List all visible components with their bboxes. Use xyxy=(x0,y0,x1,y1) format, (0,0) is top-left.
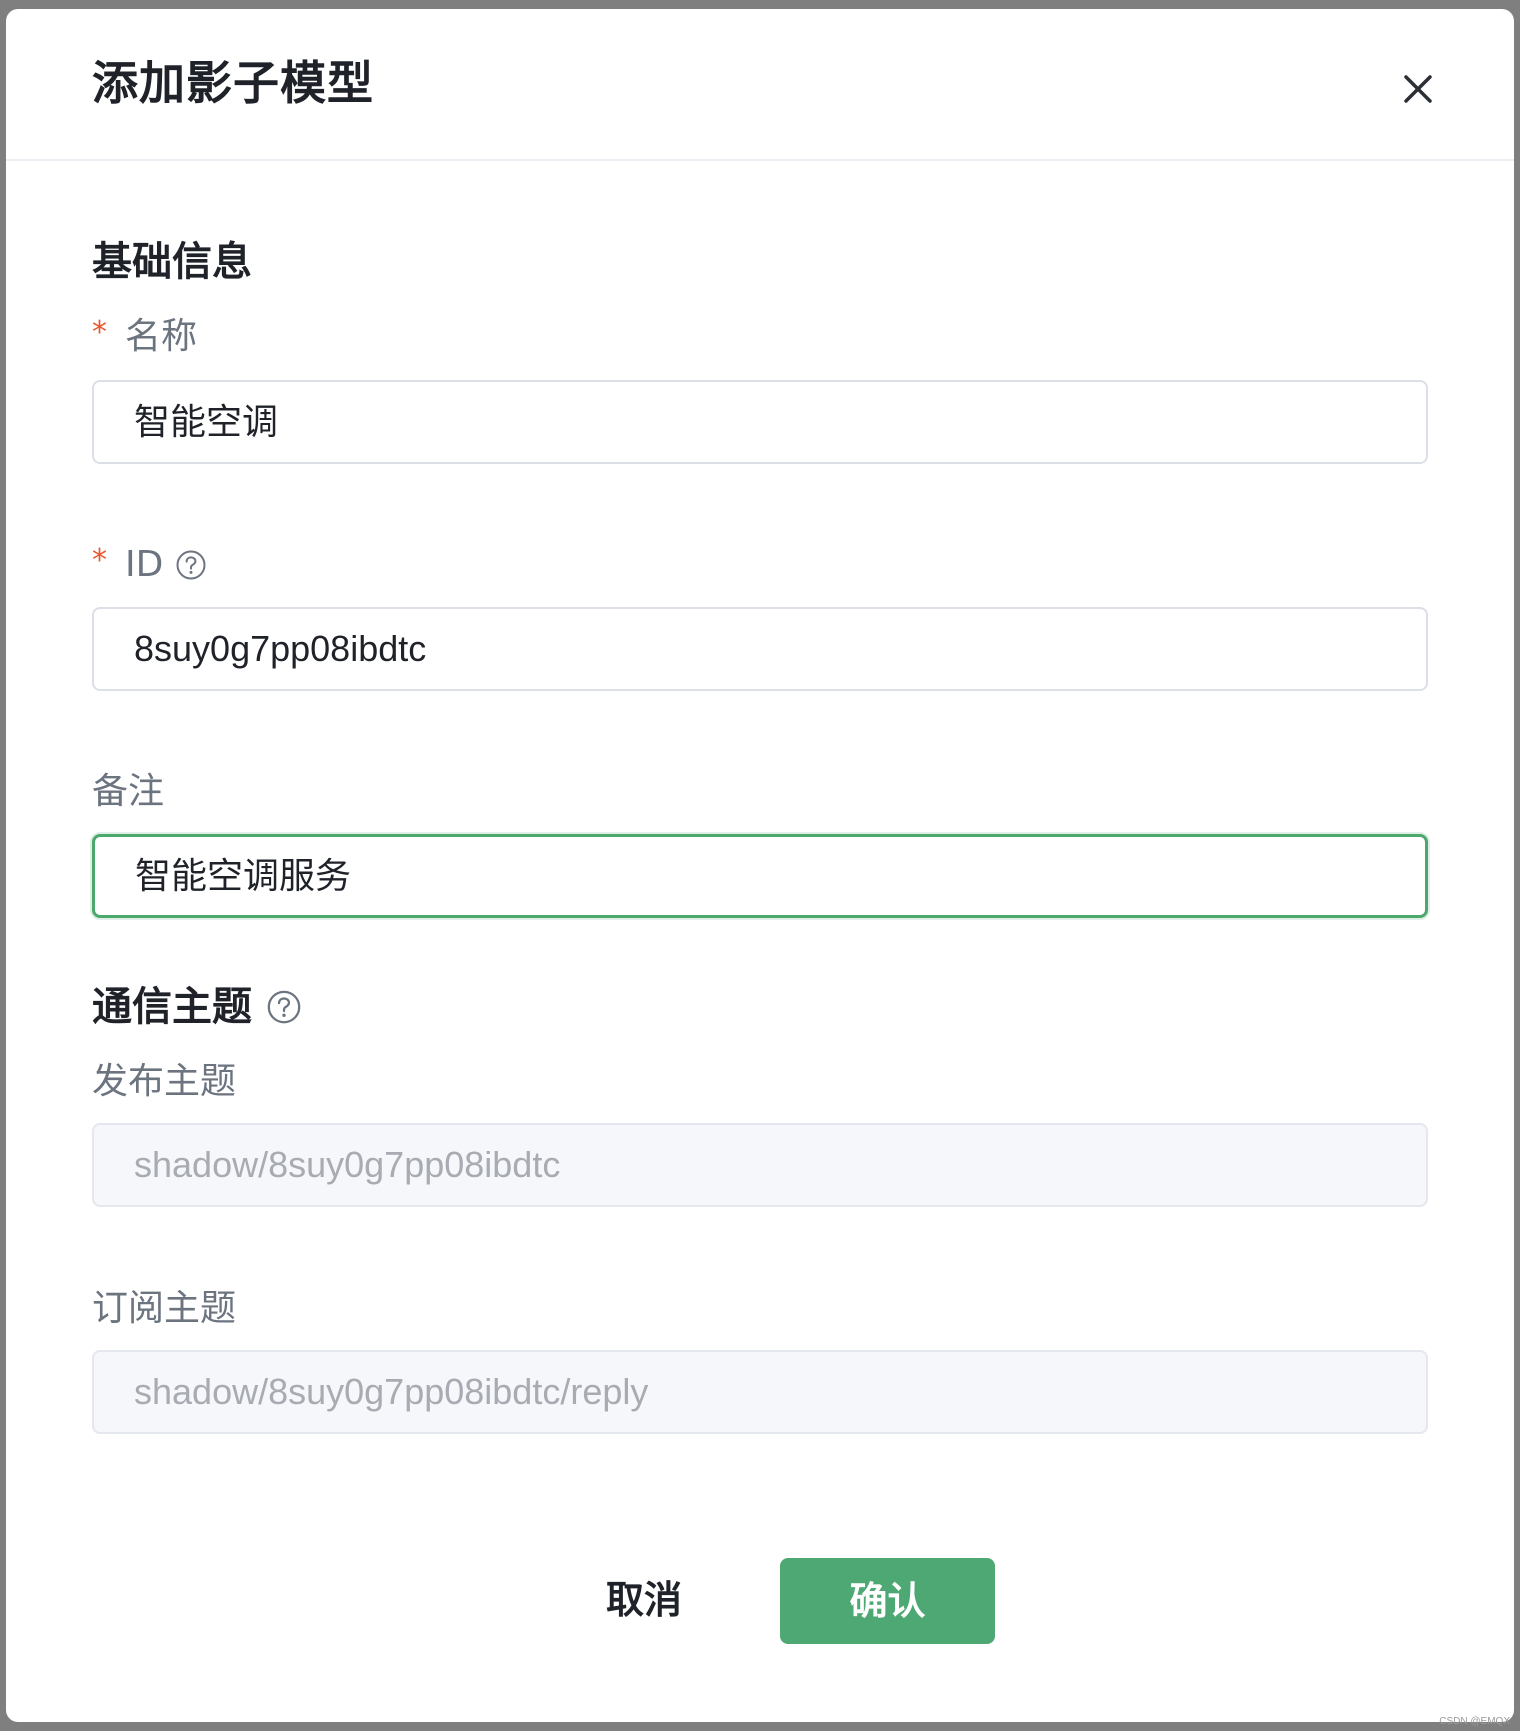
remark-field-label: 备注 xyxy=(92,767,164,817)
id-input[interactable]: 8suy0g7pp08ibdtc xyxy=(92,607,1428,691)
name-field-label: * 名称 xyxy=(92,312,197,362)
topics-section-title-text: 通信主题 xyxy=(92,984,252,1030)
remark-label-text: 备注 xyxy=(92,771,165,812)
remark-input[interactable]: 智能空调服务 xyxy=(92,834,1428,918)
confirm-button[interactable]: 确认 xyxy=(780,1558,995,1644)
name-label-text: 名称 xyxy=(125,316,198,357)
close-button[interactable] xyxy=(1393,64,1443,114)
topics-section-title: 通信主题 xyxy=(92,979,302,1035)
question-circle-icon[interactable] xyxy=(266,989,302,1025)
subscribe-topic-label: 订阅主题 xyxy=(92,1284,236,1334)
name-input[interactable]: 智能空调 xyxy=(92,380,1428,464)
cancel-button[interactable]: 取消 xyxy=(566,1558,722,1642)
basic-info-section-title: 基础信息 xyxy=(92,239,252,285)
id-label-text: ID xyxy=(125,544,164,585)
question-circle-icon[interactable] xyxy=(175,549,207,581)
subscribe-topic-label-text: 订阅主题 xyxy=(92,1288,237,1329)
watermark: CSDN @EMQX xyxy=(1439,1716,1510,1727)
publish-topic-label: 发布主题 xyxy=(92,1057,236,1107)
dialog-header: 添加影子模型 xyxy=(6,9,1514,161)
publish-topic-label-text: 发布主题 xyxy=(92,1061,237,1102)
close-icon xyxy=(1404,75,1432,103)
id-field-label: * ID xyxy=(92,540,207,590)
publish-topic-input: shadow/8suy0g7pp08ibdtc xyxy=(92,1123,1428,1207)
required-mark: * xyxy=(92,543,107,578)
dialog-title: 添加影子模型 xyxy=(92,56,374,110)
subscribe-topic-input: shadow/8suy0g7pp08ibdtc/reply xyxy=(92,1350,1428,1434)
add-shadow-model-dialog: 添加影子模型 基础信息 * 名称 智能空调 * ID 8suy0g7pp08ib… xyxy=(6,9,1514,1722)
required-mark: * xyxy=(92,315,107,350)
